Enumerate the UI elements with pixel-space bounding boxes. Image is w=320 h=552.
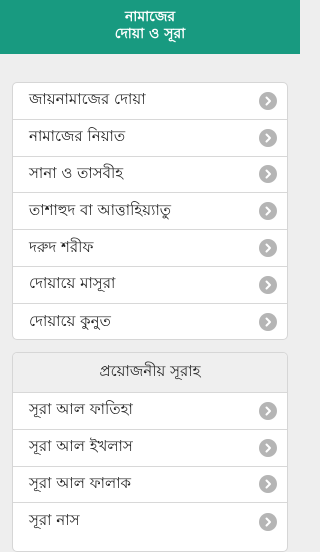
chevron-right-icon (259, 202, 277, 221)
list-item-label: সানা ও তাসবীহ (29, 163, 124, 182)
list-item-label: সূরা আল ফাতিহা (29, 400, 133, 419)
surah-list: প্রয়োজনীয় সূরাহ সূরা আল ফাতিহা সূরা আল… (12, 352, 288, 552)
list-item-surah-nas[interactable]: সূরা নাস (13, 503, 287, 540)
chevron-right-icon (259, 438, 277, 457)
list-item-jainamaz-dua[interactable]: জায়নামাজের দোয়া (13, 83, 287, 120)
header-title-line1: নামাজের (124, 9, 176, 25)
header-title-line2: দোয়া ও সূরা (114, 26, 186, 42)
list-item-durood-sharif[interactable]: দরুদ শরীফ (13, 230, 287, 267)
app-header: নামাজের দোয়া ও সূরা (0, 0, 300, 54)
list-item-label: দরুদ শরীফ (29, 237, 94, 256)
chevron-right-icon (259, 275, 277, 294)
list-item-namaz-niyat[interactable]: নামাজের নিয়াত (13, 120, 287, 157)
chevron-right-icon (259, 91, 277, 110)
chevron-right-icon (259, 401, 277, 420)
list-item-label: দোয়ায়ে মাসূরা (29, 274, 116, 293)
chevron-right-icon (259, 313, 277, 332)
chevron-right-icon (259, 165, 277, 184)
chevron-right-icon (259, 512, 277, 531)
list-item-label: দোয়ায়ে কুনুত (29, 311, 111, 330)
list-item-label: সূরা নাস (29, 511, 80, 530)
chevron-right-icon (259, 239, 277, 258)
list-item-label: তাশাহুদ বা আত্তাহিয়্যাতু (29, 200, 172, 219)
list-item-label: সূরা আল ফালাক (29, 473, 132, 492)
list-item-label: সূরা আল ইখলাস (29, 437, 133, 456)
list-item-surah-ikhlas[interactable]: সূরা আল ইখলাস (13, 430, 287, 467)
chevron-right-icon (259, 128, 277, 147)
list-item-dua-qunut[interactable]: দোয়ায়ে কুনুত (13, 304, 287, 339)
list-item-tashahhud[interactable]: তাশাহুদ বা আত্তাহিয়্যাতু (13, 193, 287, 231)
list-item-label: নামাজের নিয়াত (29, 127, 126, 146)
prayer-duas-list: জায়নামাজের দোয়া নামাজের নিয়াত সানা ও … (12, 82, 288, 340)
list-item-surah-falaq[interactable]: সূরা আল ফালাক (13, 467, 287, 504)
chevron-right-icon (259, 475, 277, 494)
list-item-label: জায়নামাজের দোয়া (29, 90, 146, 109)
list-item-surah-fatiha[interactable]: সূরা আল ফাতিহা (13, 393, 287, 430)
list-item-dua-masura[interactable]: দোয়ায়ে মাসূরা (13, 267, 287, 304)
section-title: প্রয়োজনীয় সূরাহ (13, 353, 287, 393)
list-item-sana-tasbih[interactable]: সানা ও তাসবীহ (13, 157, 287, 194)
